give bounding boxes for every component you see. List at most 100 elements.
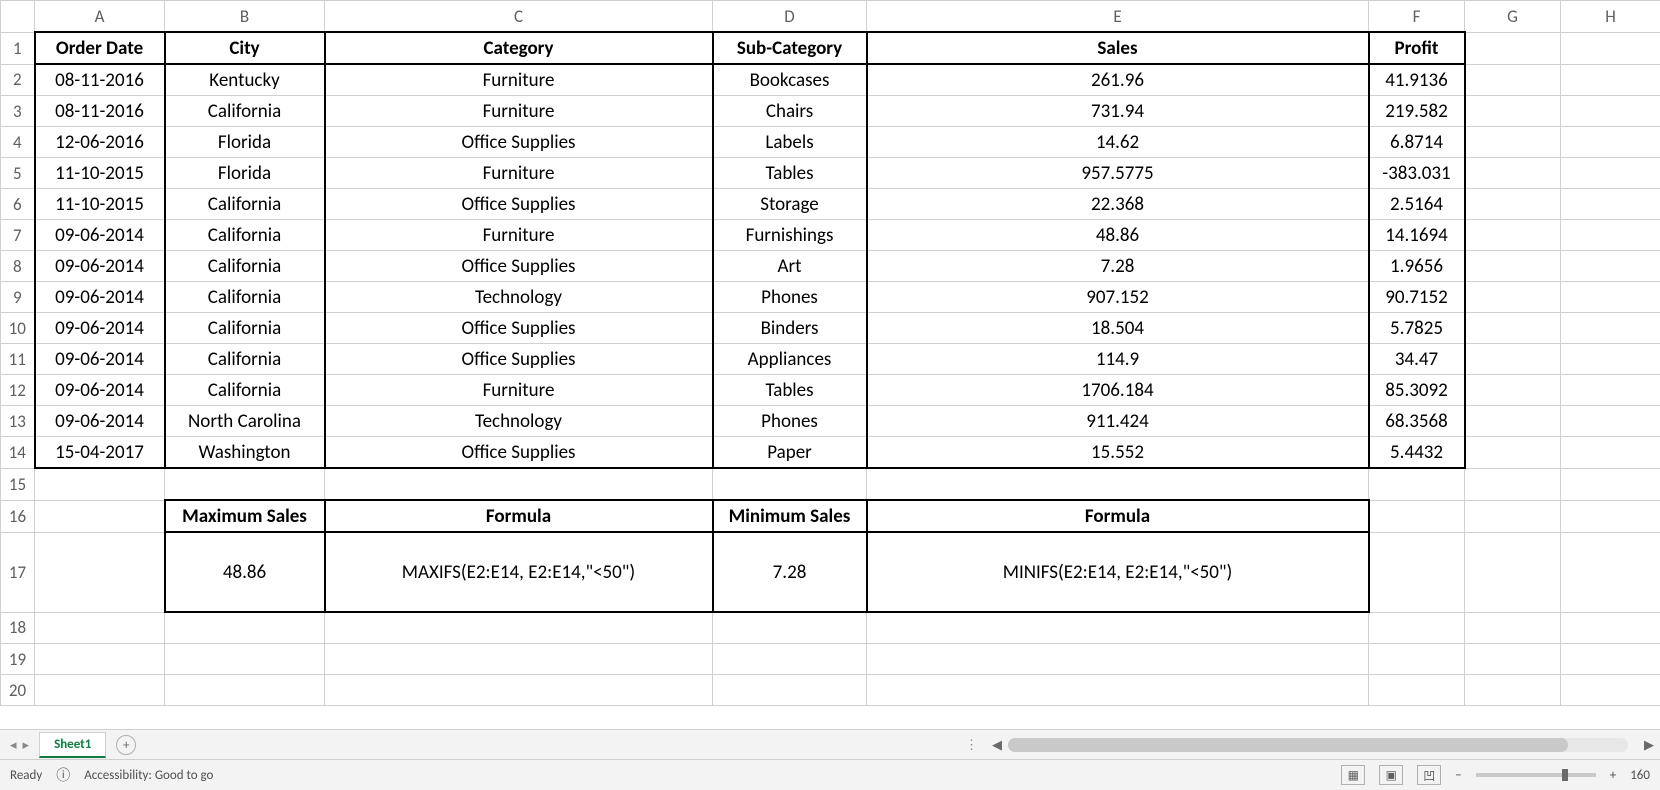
row-header-7[interactable]: 7 <box>1 220 35 251</box>
cell-G1[interactable] <box>1465 32 1561 64</box>
col-header-B[interactable]: B <box>165 1 325 33</box>
cell-A14[interactable]: 15-04-2017 <box>35 437 165 469</box>
cell-B11[interactable]: California <box>165 344 325 375</box>
cell-E11[interactable]: 114.9 <box>867 344 1369 375</box>
cell-F9[interactable]: 90.7152 <box>1369 282 1465 313</box>
cell-A3[interactable]: 08-11-2016 <box>35 96 165 127</box>
cell-C7[interactable]: Furniture <box>325 220 713 251</box>
cell-H1[interactable] <box>1561 32 1660 64</box>
row-header-18[interactable]: 18 <box>1 612 35 644</box>
cell-C12[interactable]: Furniture <box>325 375 713 406</box>
cell-E8[interactable]: 7.28 <box>867 251 1369 282</box>
cell-E17[interactable]: MINIFS(E2:E14, E2:E14,"<50") <box>867 532 1369 612</box>
cell-C4[interactable]: Office Supplies <box>325 127 713 158</box>
row-13[interactable]: 1309-06-2014North CarolinaTechnologyPhon… <box>1 406 1660 437</box>
cell-E12[interactable]: 1706.184 <box>867 375 1369 406</box>
row-header-20[interactable]: 20 <box>1 675 35 706</box>
cell-D17[interactable]: 7.28 <box>713 532 867 612</box>
row-header-19[interactable]: 19 <box>1 644 35 675</box>
row-20[interactable]: 20 <box>1 675 1660 706</box>
view-page-break-icon[interactable]: 凹 <box>1417 765 1441 785</box>
zoom-slider[interactable] <box>1476 773 1596 777</box>
cell-C9[interactable]: Technology <box>325 282 713 313</box>
cell-E4[interactable]: 14.62 <box>867 127 1369 158</box>
cell-E3[interactable]: 731.94 <box>867 96 1369 127</box>
cell-E1[interactable]: Sales <box>867 32 1369 64</box>
cell-D10[interactable]: Binders <box>713 313 867 344</box>
cell-A13[interactable]: 09-06-2014 <box>35 406 165 437</box>
cell-F8[interactable]: 1.9656 <box>1369 251 1465 282</box>
cell-A6[interactable]: 11-10-2015 <box>35 189 165 220</box>
cell-F4[interactable]: 6.8714 <box>1369 127 1465 158</box>
cell-D3[interactable]: Chairs <box>713 96 867 127</box>
zoom-out-button[interactable]: − <box>1455 768 1461 783</box>
cell-D4[interactable]: Labels <box>713 127 867 158</box>
col-header-H[interactable]: H <box>1561 1 1660 33</box>
row-header-9[interactable]: 9 <box>1 282 35 313</box>
cell-D7[interactable]: Furnishings <box>713 220 867 251</box>
cell-E2[interactable]: 261.96 <box>867 64 1369 96</box>
cell-B12[interactable]: California <box>165 375 325 406</box>
cell-A17[interactable] <box>35 532 165 612</box>
cell-C1[interactable]: Category <box>325 32 713 64</box>
row-12[interactable]: 1209-06-2014CaliforniaFurnitureTables170… <box>1 375 1660 406</box>
row-header-2[interactable]: 2 <box>1 64 35 96</box>
col-header-G[interactable]: G <box>1465 1 1561 33</box>
cell-B1[interactable]: City <box>165 32 325 64</box>
row-header-17[interactable]: 17 <box>1 532 35 612</box>
cell-E7[interactable]: 48.86 <box>867 220 1369 251</box>
row-header-12[interactable]: 12 <box>1 375 35 406</box>
row-18[interactable]: 18 <box>1 612 1660 644</box>
cell-B14[interactable]: Washington <box>165 437 325 469</box>
row-8[interactable]: 809-06-2014CaliforniaOffice SuppliesArt7… <box>1 251 1660 282</box>
cell-E16[interactable]: Formula <box>867 500 1369 532</box>
cell-E5[interactable]: 957.5775 <box>867 158 1369 189</box>
cell-F13[interactable]: 68.3568 <box>1369 406 1465 437</box>
cell-F14[interactable]: 5.4432 <box>1369 437 1465 469</box>
row-header-5[interactable]: 5 <box>1 158 35 189</box>
row-header-16[interactable]: 16 <box>1 500 35 532</box>
column-header-row[interactable]: A B C D E F G H <box>1 1 1660 33</box>
col-header-E[interactable]: E <box>867 1 1369 33</box>
cell-B8[interactable]: California <box>165 251 325 282</box>
row-6[interactable]: 611-10-2015CaliforniaOffice SuppliesStor… <box>1 189 1660 220</box>
row-14[interactable]: 1415-04-2017WashingtonOffice SuppliesPap… <box>1 437 1660 469</box>
cell-B16[interactable]: Maximum Sales <box>165 500 325 532</box>
cell-D5[interactable]: Tables <box>713 158 867 189</box>
cell-D13[interactable]: Phones <box>713 406 867 437</box>
cell-C10[interactable]: Office Supplies <box>325 313 713 344</box>
cell-E6[interactable]: 22.368 <box>867 189 1369 220</box>
cell-C14[interactable]: Office Supplies <box>325 437 713 469</box>
hscroll-thumb[interactable] <box>1008 738 1568 752</box>
row-7[interactable]: 709-06-2014CaliforniaFurnitureFurnishing… <box>1 220 1660 251</box>
cell-F16[interactable] <box>1369 500 1465 532</box>
cell-A12[interactable]: 09-06-2014 <box>35 375 165 406</box>
cell-D14[interactable]: Paper <box>713 437 867 469</box>
row-header-11[interactable]: 11 <box>1 344 35 375</box>
zoom-in-button[interactable]: + <box>1610 768 1616 783</box>
row-4[interactable]: 412-06-2016FloridaOffice SuppliesLabels1… <box>1 127 1660 158</box>
row-5[interactable]: 511-10-2015FloridaFurnitureTables957.577… <box>1 158 1660 189</box>
cell-A5[interactable]: 11-10-2015 <box>35 158 165 189</box>
row-19[interactable]: 19 <box>1 644 1660 675</box>
col-header-D[interactable]: D <box>713 1 867 33</box>
cell-C2[interactable]: Furniture <box>325 64 713 96</box>
row-header-3[interactable]: 3 <box>1 96 35 127</box>
cell-C13[interactable]: Technology <box>325 406 713 437</box>
cell-E14[interactable]: 15.552 <box>867 437 1369 469</box>
row-9[interactable]: 909-06-2014CaliforniaTechnologyPhones907… <box>1 282 1660 313</box>
tab-nav-prev-icon[interactable]: ◂ <box>10 738 17 753</box>
cell-B5[interactable]: Florida <box>165 158 325 189</box>
cell-A8[interactable]: 09-06-2014 <box>35 251 165 282</box>
cell-C17[interactable]: MAXIFS(E2:E14, E2:E14,"<50") <box>325 532 713 612</box>
row-16[interactable]: 16 Maximum Sales Formula Minimum Sales F… <box>1 500 1660 532</box>
cell-F17[interactable] <box>1369 532 1465 612</box>
view-page-layout-icon[interactable]: ▣ <box>1379 765 1403 785</box>
worksheet-grid[interactable]: A B C D E F G H 1 Order Date City Catego… <box>0 0 1660 730</box>
horizontal-scrollbar[interactable] <box>1008 738 1628 752</box>
row-header-15[interactable]: 15 <box>1 468 35 500</box>
zoom-slider-knob[interactable] <box>1562 769 1568 781</box>
row-header-8[interactable]: 8 <box>1 251 35 282</box>
row-2[interactable]: 208-11-2016KentuckyFurnitureBookcases261… <box>1 64 1660 96</box>
row-header-6[interactable]: 6 <box>1 189 35 220</box>
